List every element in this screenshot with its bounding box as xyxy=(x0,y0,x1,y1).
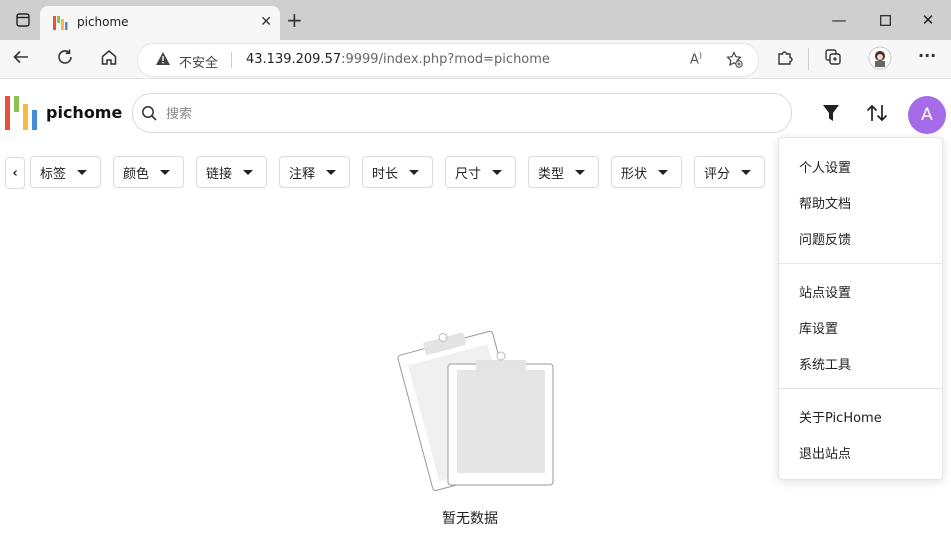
menu-item-system-tools[interactable]: 系统工具 xyxy=(799,354,851,373)
menu-divider xyxy=(779,388,942,389)
caret-down-icon xyxy=(77,170,87,175)
pichome-favicon-icon xyxy=(52,15,68,35)
filter-label: 时长 xyxy=(372,166,399,182)
refresh-icon[interactable] xyxy=(56,48,74,71)
filter-type[interactable]: 类型 xyxy=(528,156,599,188)
caret-down-icon xyxy=(409,170,419,175)
filter-shape[interactable]: 形状 xyxy=(611,156,682,188)
url-text[interactable]: 43.139.209.57:9999/index.php?mod=pichome xyxy=(246,52,550,67)
toolbar-divider xyxy=(808,48,809,70)
menu-item-feedback[interactable]: 问题反馈 xyxy=(799,229,851,248)
address-separator xyxy=(231,52,232,68)
filter-link[interactable]: 链接 xyxy=(196,156,267,188)
menu-item-help-docs[interactable]: 帮助文档 xyxy=(799,193,851,212)
filter-annotation[interactable]: 注释 xyxy=(279,156,350,188)
filter-label: 形状 xyxy=(621,166,648,182)
tab-title: pichome xyxy=(77,15,129,29)
menu-item-library-settings[interactable]: 库设置 xyxy=(799,318,838,337)
filter-duration[interactable]: 时长 xyxy=(362,156,433,188)
caret-down-icon xyxy=(492,170,502,175)
brand-name[interactable]: pichome xyxy=(46,103,122,122)
profile-avatar-icon[interactable] xyxy=(868,46,892,74)
address-bar[interactable]: 不安全 43.139.209.57:9999/index.php?mod=pic… xyxy=(137,43,759,77)
read-aloud-icon[interactable]: A) xyxy=(690,51,702,67)
maximize-icon[interactable] xyxy=(862,0,908,40)
filter-rating[interactable]: 评分 xyxy=(694,156,765,188)
empty-state-text: 暂无数据 xyxy=(442,511,498,527)
pichome-logo[interactable] xyxy=(5,96,41,130)
close-window-icon[interactable]: ✕ xyxy=(905,0,951,40)
filter-icon[interactable] xyxy=(822,104,840,126)
user-dropdown-menu: 个人设置 帮助文档 问题反馈 站点设置 库设置 系统工具 关于PicHome 退… xyxy=(778,137,943,480)
caret-down-icon xyxy=(243,170,253,175)
insecure-label[interactable]: 不安全 xyxy=(179,52,218,71)
filter-label: 类型 xyxy=(538,166,565,182)
menu-item-logout[interactable]: 退出站点 xyxy=(799,443,851,462)
browser-tab-pichome[interactable]: pichome ✕ xyxy=(40,6,280,40)
filter-color[interactable]: 颜色 xyxy=(113,156,184,188)
search-input[interactable] xyxy=(164,103,768,125)
browser-toolbar: 不安全 43.139.209.57:9999/index.php?mod=pic… xyxy=(0,40,951,79)
more-menu-icon[interactable]: ··· xyxy=(918,46,936,65)
extensions-icon[interactable] xyxy=(776,48,794,71)
menu-divider xyxy=(779,263,942,264)
back-icon[interactable] xyxy=(12,48,30,71)
caret-down-icon xyxy=(326,170,336,175)
collections-icon[interactable] xyxy=(824,48,842,71)
filter-label: 颜色 xyxy=(123,166,150,182)
caret-down-icon xyxy=(658,170,668,175)
filter-label: 评分 xyxy=(704,166,731,182)
sort-icon[interactable] xyxy=(866,104,888,126)
tab-close-icon[interactable]: ✕ xyxy=(260,14,272,30)
menu-item-about[interactable]: 关于PicHome xyxy=(799,407,882,426)
filter-label: 标签 xyxy=(40,166,67,182)
filter-tags[interactable]: 标签 xyxy=(30,156,101,188)
caret-down-icon xyxy=(575,170,585,175)
url-path: :9999/index.php?mod=pichome xyxy=(341,52,550,67)
warning-icon[interactable] xyxy=(155,51,171,70)
filter-size[interactable]: 尺寸 xyxy=(445,156,516,188)
collapse-filters-button[interactable]: ‹ xyxy=(5,157,25,189)
home-icon[interactable] xyxy=(100,48,118,71)
minimize-icon[interactable]: — xyxy=(816,0,862,40)
new-tab-icon[interactable]: + xyxy=(286,9,303,31)
caret-down-icon xyxy=(741,170,751,175)
filter-label: 尺寸 xyxy=(455,166,482,182)
empty-clipboard-icon xyxy=(390,326,560,495)
menu-item-site-settings[interactable]: 站点设置 xyxy=(799,282,851,301)
user-avatar[interactable]: A xyxy=(908,96,946,134)
menu-item-personal-settings[interactable]: 个人设置 xyxy=(799,157,851,176)
filter-label: 注释 xyxy=(289,166,316,182)
chevron-left-icon: ‹ xyxy=(12,165,18,181)
url-host: 43.139.209.57 xyxy=(246,52,342,67)
browser-tab-strip: pichome ✕ + — ✕ xyxy=(0,0,951,40)
caret-down-icon xyxy=(160,170,170,175)
search-box[interactable] xyxy=(132,93,792,133)
add-favorite-icon[interactable] xyxy=(726,51,743,72)
search-icon xyxy=(141,105,157,125)
filter-label: 链接 xyxy=(206,166,233,182)
